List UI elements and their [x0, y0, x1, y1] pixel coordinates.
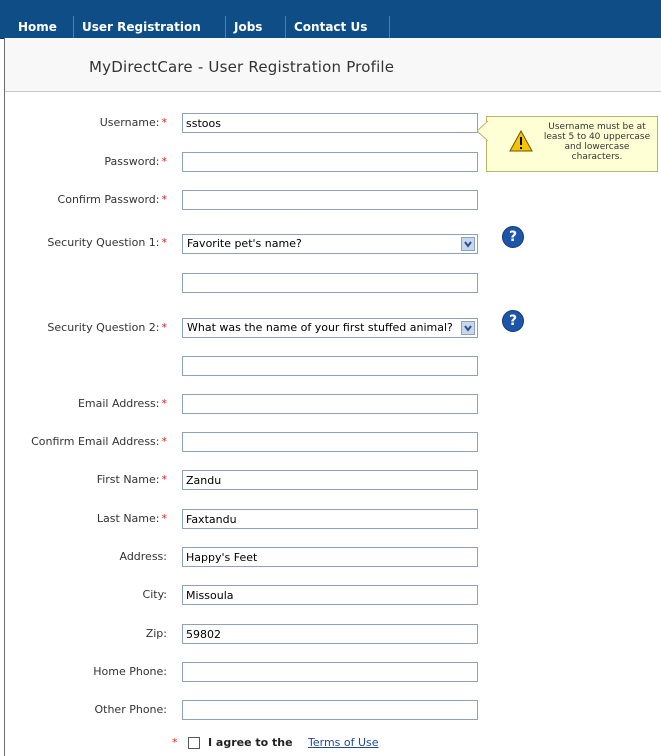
- agree-text: I agree to the: [208, 736, 293, 749]
- confirm-password-label: Confirm Password: *: [57, 193, 167, 206]
- username-input[interactable]: [182, 113, 478, 133]
- home-phone-label: Home Phone:: [93, 665, 167, 678]
- last-name-label: Last Name: *: [96, 512, 167, 525]
- first-name-input[interactable]: [182, 470, 478, 490]
- registration-panel: MyDirectCare - User Registration Profile…: [4, 38, 661, 756]
- warning-icon: [509, 130, 533, 152]
- tooltip-pointer: [477, 121, 488, 141]
- security-question-1-select[interactable]: Favorite pet's name?: [182, 234, 478, 254]
- zip-input[interactable]: [182, 624, 478, 644]
- confirm-password-input[interactable]: [182, 190, 478, 210]
- other-phone-input[interactable]: [182, 700, 478, 720]
- confirm-email-label: Confirm Email Address: *: [31, 435, 167, 448]
- chevron-down-icon[interactable]: [461, 237, 475, 251]
- security-answer-1-input[interactable]: [182, 273, 478, 293]
- password-label: Password: *: [104, 155, 167, 168]
- terms-of-use-link[interactable]: Terms of Use: [308, 736, 379, 749]
- email-input[interactable]: [182, 394, 478, 414]
- zip-label: Zip:: [145, 627, 167, 640]
- home-phone-input[interactable]: [182, 662, 478, 682]
- last-name-input[interactable]: [182, 509, 478, 529]
- security-question-2-label: Security Question 2: *: [47, 321, 167, 334]
- city-label: City:: [142, 588, 167, 601]
- email-label: Email Address: *: [77, 397, 167, 410]
- top-nav: Home User Registration Jobs Contact Us: [0, 0, 661, 39]
- address-input[interactable]: [182, 547, 478, 567]
- confirm-email-input[interactable]: [182, 432, 478, 452]
- nav-contact-us[interactable]: Contact Us: [286, 16, 390, 38]
- nav-user-registration[interactable]: User Registration: [74, 16, 226, 38]
- username-tooltip: Username must be at least 5 to 40 upperc…: [477, 116, 658, 172]
- city-input[interactable]: [182, 585, 478, 605]
- page-title: MyDirectCare - User Registration Profile: [89, 58, 395, 76]
- tooltip-text: Username must be at least 5 to 40 upperc…: [543, 122, 651, 162]
- nav-jobs[interactable]: Jobs: [226, 16, 286, 38]
- terms-checkbox[interactable]: [188, 737, 200, 749]
- password-input[interactable]: [182, 152, 478, 172]
- help-icon[interactable]: ?: [502, 226, 524, 248]
- security-question-2-select[interactable]: What was the name of your first stuffed …: [182, 318, 478, 338]
- security-answer-2-input[interactable]: [182, 356, 478, 376]
- chevron-down-icon[interactable]: [461, 321, 475, 335]
- address-label: Address:: [119, 550, 167, 563]
- other-phone-label: Other Phone:: [94, 703, 167, 716]
- nav-home[interactable]: Home: [10, 16, 74, 38]
- help-icon[interactable]: ?: [502, 310, 524, 332]
- header-band: MyDirectCare - User Registration Profile: [5, 38, 661, 92]
- required-marker: *: [172, 736, 178, 749]
- first-name-label: First Name: *: [96, 473, 167, 486]
- security-question-1-label: Security Question 1: *: [47, 236, 167, 249]
- username-label: Username: *: [99, 116, 167, 129]
